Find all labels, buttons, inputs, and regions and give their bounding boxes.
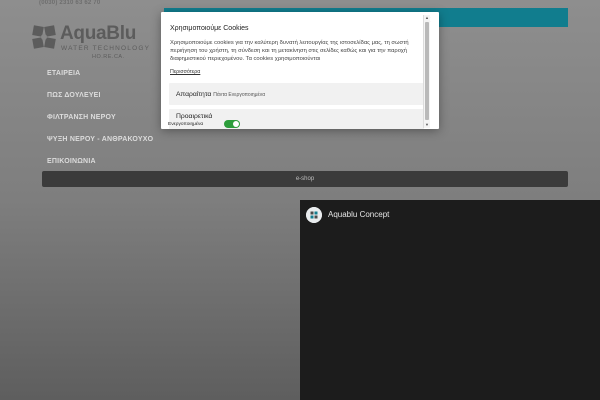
eshop-button[interactable]: e-shop <box>42 171 568 187</box>
optional-cookies-toggle[interactable] <box>224 120 240 128</box>
logo-wordmark: AquaBlu <box>60 23 137 44</box>
site-logo[interactable]: AquaBlu WATER TECHNOLOGY HO.RE.CA. <box>32 23 162 65</box>
video-channel-title[interactable]: Aquablu Concept <box>328 210 389 219</box>
cookie-consent-modal: Χρησιμοποιούμε Cookies × Χρησιμοποιούμε … <box>161 12 439 129</box>
nav-item-water-cooling[interactable]: ΨΥΞΗ ΝΕΡΟΥ - ΑΝΘΡΑΚΟΥΧΟ <box>47 136 153 158</box>
nav-item-company[interactable]: ΕΤΑΙΡΕΙΑ <box>47 70 153 92</box>
cookie-category-status: Ενεργοποιημένα <box>168 122 204 127</box>
logo-mark-icon <box>32 25 56 49</box>
scroll-thumb[interactable] <box>425 22 429 120</box>
toggle-knob <box>233 121 239 127</box>
cookie-modal-title: Χρησιμοποιούμε Cookies <box>170 25 249 32</box>
video-embed[interactable]: Aquablu Concept <box>300 200 600 400</box>
nav-item-water-filtration[interactable]: ΦΙΛΤΡΑΝΣΗ ΝΕΡΟΥ <box>47 114 153 136</box>
page: (0030) 2310 63 62 70 AquaBlu WATER TECHN… <box>0 0 600 400</box>
nav-item-how-it-works[interactable]: ΠΩΣ ΔΟΥΛΕΥΕΙ <box>47 92 153 114</box>
header-phone[interactable]: (0030) 2310 63 62 70 <box>39 0 100 6</box>
cookie-category-name: Απαραίτητα <box>176 91 212 98</box>
logo-subtitle: HO.RE.CA. <box>92 54 125 60</box>
channel-logo-icon <box>306 207 322 223</box>
scroll-down-icon[interactable]: ▼ <box>424 122 430 128</box>
scroll-up-icon[interactable]: ▲ <box>424 15 430 21</box>
main-nav: ΕΤΑΙΡΕΙΑ ΠΩΣ ΔΟΥΛΕΥΕΙ ΦΙΛΤΡΑΝΣΗ ΝΕΡΟΥ ΨΥ… <box>47 70 153 180</box>
cookie-category-status: Πάντα Ενεργοποιημένα <box>213 92 266 98</box>
modal-scrollbar[interactable]: ▲ ▼ <box>423 15 430 128</box>
cookie-category-optional[interactable]: Προαιρετικά Ενεργοποιημένα <box>168 109 424 129</box>
cookie-modal-body: Χρησιμοποιούμε cookies για την καλύτερη … <box>170 40 409 63</box>
cookie-category-label: Απαραίτητα Πάντα Ενεργοποιημένα <box>176 91 265 98</box>
cookie-more-link[interactable]: Περισσότερα <box>170 69 200 75</box>
logo-tagline: WATER TECHNOLOGY <box>61 45 151 52</box>
cookie-category-necessary[interactable]: Απαραίτητα Πάντα Ενεργοποιημένα <box>169 83 424 105</box>
channel-avatar[interactable] <box>306 207 322 223</box>
cookie-category-name: Προαιρετικά <box>176 113 213 120</box>
